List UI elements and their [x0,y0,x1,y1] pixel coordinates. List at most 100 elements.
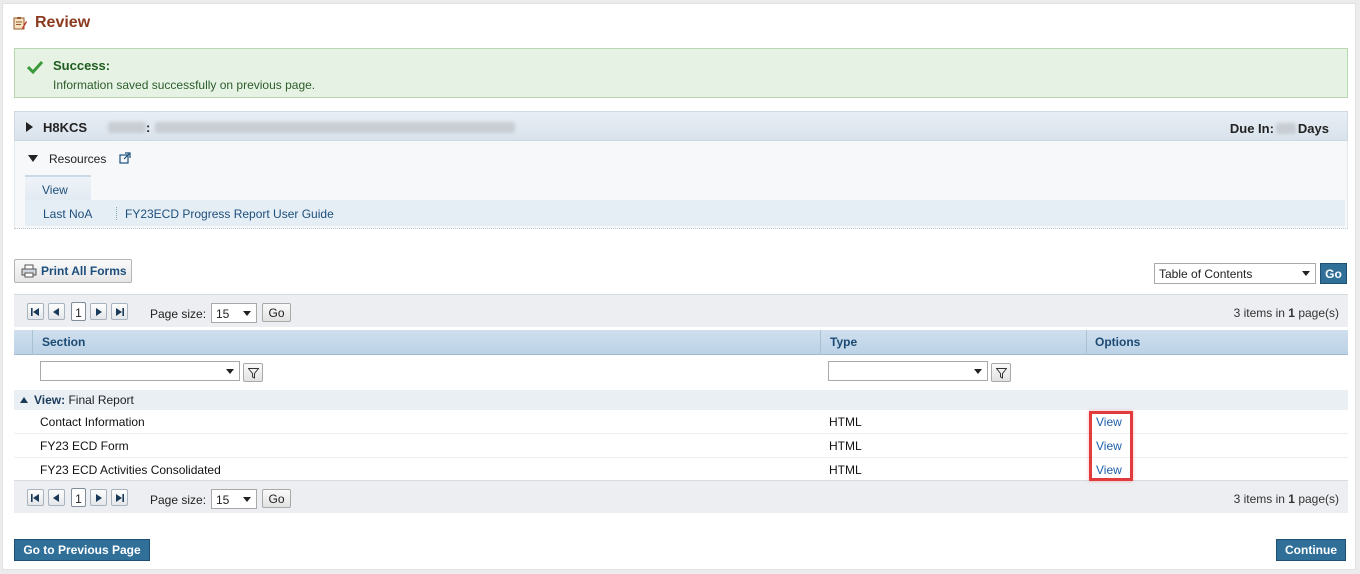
toc-go-button[interactable]: Go [1320,263,1347,284]
last-page-icon [116,494,124,502]
first-page-button[interactable] [27,303,44,320]
column-divider [32,330,33,355]
current-page-number[interactable]: 1 [71,302,86,321]
type-filter-select[interactable] [828,361,988,381]
page-size-go-button[interactable]: Go [262,303,291,322]
first-page-button[interactable] [27,489,44,506]
redacted-due-days [1275,123,1296,134]
section-cell: Contact Information [40,415,145,429]
print-all-forms-button[interactable]: Print All Forms [14,259,132,283]
section-filter-select[interactable] [40,361,240,381]
due-days-suffix: Days [1297,121,1329,136]
first-page-icon [31,308,39,316]
item-count: 3 [1233,306,1241,320]
section-cell: FY23 ECD Activities Consolidated [40,463,221,477]
items-in-text: items in [1243,492,1285,506]
grant-number: H8KCS [43,120,88,135]
current-page-number[interactable]: 1 [71,488,86,507]
chevron-down-icon [243,497,251,502]
pager-top: 1 Page size: 15 Go 3 items in 1 page(s) [14,294,1348,327]
pager-bottom: 1 Page size: 15 Go 3 items in 1 page(s) [14,480,1348,513]
column-divider [820,330,821,355]
grid-header-row: Section Type Options [14,330,1348,355]
user-guide-link[interactable]: FY23ECD Progress Report User Guide [125,207,334,221]
table-row: Contact Information HTML View [14,410,1348,434]
filter-icon [996,368,1007,379]
collapse-caret-icon[interactable] [28,155,38,162]
table-row: FY23 ECD Form HTML View [14,434,1348,458]
previous-page-icon [53,494,59,502]
link-divider [116,207,117,220]
resources-links-bar: Last NoA FY23ECD Progress Report User Gu… [25,200,1345,226]
table-of-contents-select[interactable]: Table of Contents [1154,263,1316,284]
due-in-indicator: Due In: Days [1230,121,1329,136]
chevron-down-icon [974,369,982,374]
pages-suffix: page(s) [1298,306,1339,320]
last-page-icon [116,308,124,316]
page-size-label: Page size: [150,307,207,321]
success-title: Success: [53,58,111,73]
chevron-down-icon [226,369,234,374]
grant-header-bar[interactable]: H8KCS : Due In: Days [14,111,1348,141]
group-prefix: View: [34,393,66,407]
pager-info: 3 items in 1 page(s) [1234,306,1339,320]
column-divider [1086,330,1087,355]
clipboard-edit-icon [13,17,27,30]
success-message-box: Success: Information saved successfully … [14,48,1348,98]
last-noa-link[interactable]: Last NoA [43,207,92,221]
page-size-select[interactable]: 15 [211,489,257,509]
toc-selected-value: Table of Contents [1159,267,1253,281]
page-size-select[interactable]: 15 [211,303,257,323]
redacted-grant-suffix [108,122,146,133]
page-count: 1 [1288,492,1295,506]
type-cell: HTML [829,415,862,429]
item-count: 3 [1233,492,1241,506]
items-in-text: items in [1243,306,1285,320]
next-page-icon [96,494,102,502]
page-header: Review [13,12,90,34]
pager-info: 3 items in 1 page(s) [1234,492,1339,506]
next-page-icon [96,308,102,316]
type-cell: HTML [829,439,862,453]
table-row: FY23 ECD Activities Consolidated HTML Vi… [14,458,1348,482]
page-title: Review [35,14,91,31]
view-links-highlight-annotation [1089,411,1133,481]
column-header-type[interactable]: Type [830,335,857,349]
checkmark-icon [27,60,43,74]
page-count: 1 [1288,306,1295,320]
page-size-value: 15 [216,493,230,507]
review-page: Review Success: Information saved succes… [2,3,1356,570]
type-filter-button[interactable] [991,363,1011,382]
previous-page-icon [53,308,59,316]
previous-page-button[interactable] [48,489,65,506]
external-link-icon[interactable] [119,152,131,164]
expand-caret-icon[interactable] [26,122,33,132]
next-page-button[interactable] [90,303,107,320]
page-size-go-button[interactable]: Go [262,489,291,508]
group-row-final-report[interactable]: View: Final Report [14,390,1348,410]
continue-button[interactable]: Continue [1276,539,1346,561]
column-header-section[interactable]: Section [42,335,85,349]
first-page-icon [31,494,39,502]
resources-label[interactable]: Resources [49,152,106,166]
collapse-group-icon[interactable] [20,397,28,403]
resources-panel: Resources View Last NoA FY23ECD Progress… [14,141,1348,229]
page-size-value: 15 [216,307,230,321]
section-filter-button[interactable] [243,363,263,382]
column-header-options: Options [1095,335,1141,349]
next-page-button[interactable] [90,489,107,506]
type-cell: HTML [829,463,862,477]
printer-icon [21,264,37,278]
go-to-previous-page-button[interactable]: Go to Previous Page [14,539,150,561]
section-cell: FY23 ECD Form [40,439,129,453]
sections-grid: 1 Page size: 15 Go 3 items in 1 page(s) [14,294,1348,513]
group-label: View: Final Report [34,393,134,407]
filter-row [14,356,1348,390]
tab-view[interactable]: View [25,175,91,200]
chevron-down-icon [243,311,251,316]
pages-suffix: page(s) [1298,492,1339,506]
previous-page-button[interactable] [48,303,65,320]
last-page-button[interactable] [111,303,128,320]
due-in-label: Due In: [1229,121,1274,136]
last-page-button[interactable] [111,489,128,506]
